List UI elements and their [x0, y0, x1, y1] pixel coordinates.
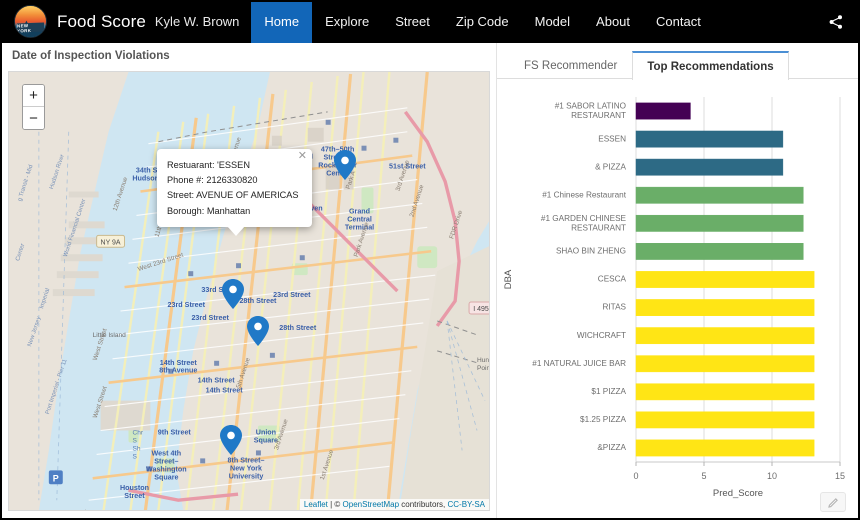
bar[interactable]: [635, 439, 815, 457]
x-axis-tick-label: 5: [701, 471, 706, 481]
nav-link-model[interactable]: Model: [522, 0, 583, 43]
share-icon[interactable]: [826, 12, 846, 32]
close-icon[interactable]: ✕: [298, 151, 307, 162]
map-panel: Date of Inspection Violations 34th Hudso…: [0, 43, 497, 520]
x-axis-tick-label: 0: [633, 471, 638, 481]
bar[interactable]: [635, 186, 804, 204]
attrib-mid: contributors,: [399, 500, 448, 509]
x-axis-tick-label: 10: [767, 471, 777, 481]
leaflet-link[interactable]: Leaflet: [304, 500, 328, 509]
bar[interactable]: [635, 383, 815, 401]
nav-links: Home Explore Street Zip Code Model About…: [251, 0, 713, 43]
attrib-sep-1: | ©: [327, 500, 343, 509]
main-content: Date of Inspection Violations 34th Hudso…: [0, 43, 860, 520]
x-axis-label: Pred_Score: [713, 488, 763, 499]
y-axis-tick-label: #1 Chinese Restaurant: [542, 190, 626, 199]
user-name-label: Kyle W. Brown: [154, 14, 240, 29]
bar-chart: #1 SABOR LATINO RESTAURANT ESSEN & PIZZA #1 …: [497, 87, 860, 520]
popup-line-phone: Phone #: 2126330820: [167, 175, 258, 186]
plus-icon[interactable]: +: [23, 85, 44, 107]
y-axis-tick-label: $1.25 PIZZA: [580, 415, 627, 424]
brand-title: Food Score: [57, 11, 146, 31]
tab-fs-recommender[interactable]: FS Recommender: [509, 51, 632, 79]
map-tiles: [9, 72, 489, 510]
nyc-skyline-badge-icon: NEW YORK: [14, 5, 47, 38]
nav-link-home[interactable]: Home: [251, 0, 313, 43]
y-axis-label: DBA: [503, 269, 514, 289]
chart-svg[interactable]: #1 SABOR LATINO RESTAURANT ESSEN & PIZZA #1 …: [497, 87, 860, 520]
leaflet-map[interactable]: 34th Street– Hudson Yards 42nd Street– T…: [8, 71, 490, 511]
bar[interactable]: [635, 243, 804, 260]
x-axis-tick-label: 15: [835, 471, 845, 481]
bar[interactable]: [635, 158, 784, 176]
marker-midtown[interactable]: [334, 150, 356, 180]
bar[interactable]: [635, 130, 784, 148]
y-axis-tick-label: CESCA: [598, 275, 627, 284]
bar[interactable]: [635, 214, 804, 232]
y-axis-tick-label: RITAS: [602, 303, 626, 312]
map-popup: ✕ Restuarant: 'ESSEN Phone #: 2126330820…: [157, 149, 312, 236]
app-root: NEW YORK Food Score Kyle W. Brown Home E…: [0, 0, 860, 520]
license-link[interactable]: CC-BY-SA: [448, 500, 486, 509]
bar[interactable]: [635, 411, 815, 429]
y-axis-tick-label: &PIZZA: [597, 443, 626, 452]
nav-link-contact[interactable]: Contact: [643, 0, 714, 43]
minus-icon[interactable]: −: [23, 107, 44, 129]
marker-chelsea-b[interactable]: [247, 316, 269, 346]
y-axis-tick-label: WICHCRAFT: [577, 331, 626, 340]
top-navbar: NEW YORK Food Score Kyle W. Brown Home E…: [0, 0, 860, 43]
nav-link-street[interactable]: Street: [382, 0, 443, 43]
pencil-icon[interactable]: [820, 492, 846, 512]
y-axis-tick-label: & PIZZA: [595, 162, 626, 171]
nav-link-explore[interactable]: Explore: [312, 0, 382, 43]
y-axis-tick-label: ESSEN: [598, 134, 626, 143]
y-axis-tick-label: $1 PIZZA: [591, 387, 626, 396]
bar[interactable]: [635, 299, 815, 316]
y-axis-tick-label: #1 GARDEN CHINESE RESTAURANT: [541, 214, 627, 232]
popup-line-borough: Borough: Manhattan: [167, 205, 251, 216]
bar[interactable]: [635, 355, 815, 373]
y-axis-tick-label: #1 SABOR LATINO RESTAURANT: [555, 102, 626, 120]
chart-panel: FS Recommender Top Recommendations #1 SA…: [497, 43, 860, 520]
osm-link[interactable]: OpenStreetMap: [343, 500, 399, 509]
marker-chelsea-a[interactable]: [222, 279, 244, 309]
bar[interactable]: [635, 102, 691, 120]
y-axis-tick-label: #1 NATURAL JUICE BAR: [532, 359, 626, 368]
map-panel-title: Date of Inspection Violations: [0, 43, 496, 69]
y-axis-tick-label: SHAO BIN ZHENG: [556, 247, 626, 256]
tab-top-recommendations[interactable]: Top Recommendations: [632, 51, 789, 80]
map-zoom-controls[interactable]: + −: [22, 84, 45, 130]
popup-line-street: Street: AVENUE OF AMERICAS: [167, 190, 299, 201]
nav-link-zip-code[interactable]: Zip Code: [443, 0, 522, 43]
popup-line-restaurant: Restuarant: 'ESSEN: [167, 160, 250, 170]
bar[interactable]: [635, 327, 815, 345]
chart-tabs: FS Recommender Top Recommendations: [497, 51, 860, 80]
bar[interactable]: [635, 271, 815, 288]
nav-link-about[interactable]: About: [583, 0, 643, 43]
logo-ribbon-text: NEW YORK: [17, 22, 44, 33]
marker-nyu[interactable]: [220, 425, 242, 455]
map-attribution: Leaflet | © OpenStreetMap contributors, …: [299, 499, 489, 510]
